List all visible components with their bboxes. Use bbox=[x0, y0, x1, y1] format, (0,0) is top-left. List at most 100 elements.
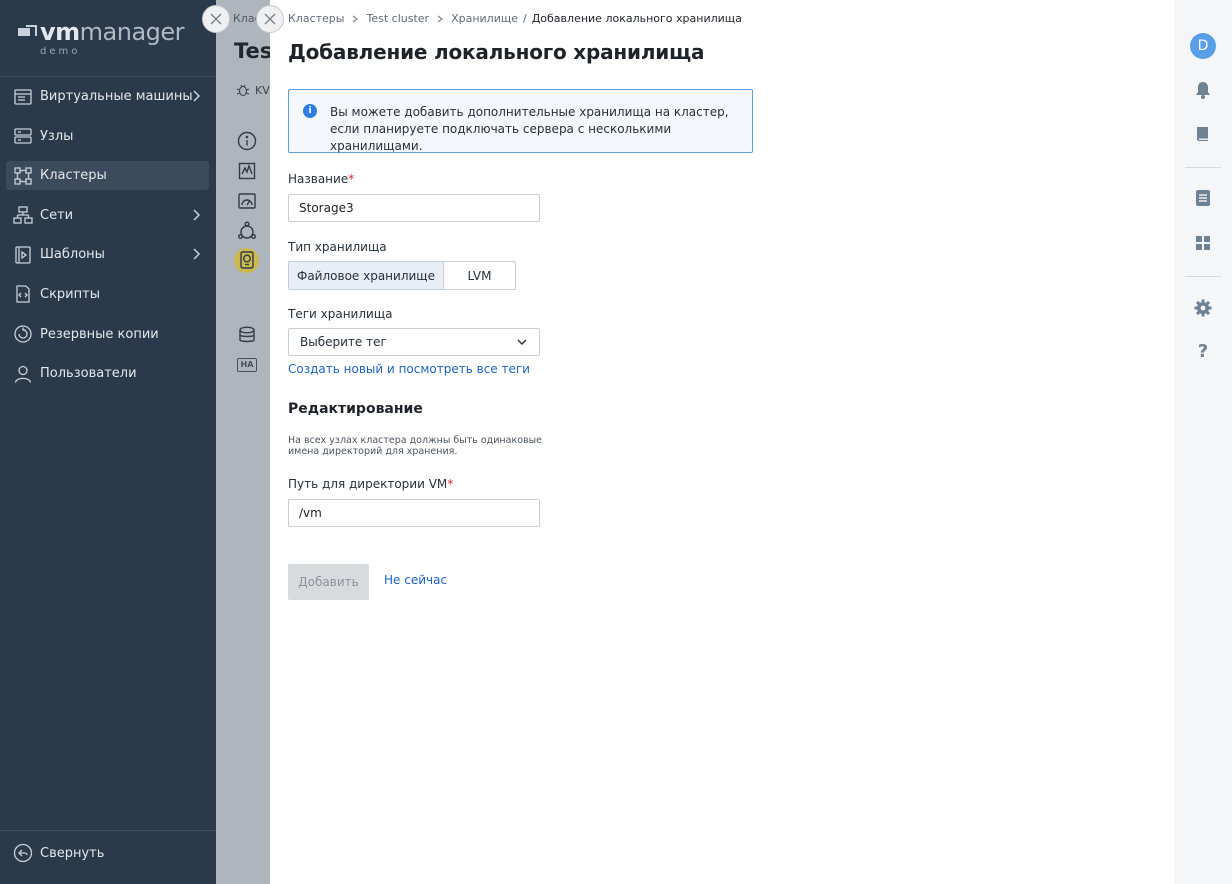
storage-name-input[interactable] bbox=[288, 194, 540, 222]
rail-divider bbox=[1185, 276, 1221, 277]
sidebar-item-nodes[interactable]: Узлы bbox=[6, 122, 209, 151]
required-mark: * bbox=[348, 172, 355, 186]
breadcrumb-storage-link[interactable]: Хранилище bbox=[451, 12, 518, 25]
vm-path-label: Путь для директории VM* bbox=[288, 477, 453, 491]
storage-tags-select[interactable]: Выберите тег bbox=[288, 328, 540, 356]
logo-subtitle: demo bbox=[40, 46, 81, 57]
add-button[interactable]: Добавить bbox=[288, 564, 369, 600]
storage-type-switch: Файловое хранилище LVM bbox=[288, 261, 516, 290]
breadcrumb: Кластеры Test cluster Хранилище / Добавл… bbox=[288, 12, 742, 25]
gear-icon[interactable] bbox=[1193, 298, 1213, 318]
hard-drive-icon bbox=[240, 251, 254, 269]
create-tags-link[interactable]: Создать новый и посмотреть все теги bbox=[288, 362, 530, 376]
name-label-text: Название bbox=[288, 172, 349, 186]
storage-type-file-option[interactable]: Файловое хранилище bbox=[288, 261, 444, 290]
networks-icon bbox=[13, 205, 33, 225]
breadcrumb-clusters-link[interactable]: Кластеры bbox=[288, 12, 344, 25]
logo-mark-icon bbox=[18, 25, 38, 39]
grid-icon[interactable] bbox=[1193, 233, 1213, 253]
background-kvm-text: KV bbox=[255, 83, 270, 97]
sidebar-item-clusters[interactable]: Кластеры bbox=[6, 161, 209, 191]
nodes-icon bbox=[13, 126, 33, 146]
directory-hint: На всех узлах кластера должны быть одина… bbox=[288, 435, 558, 457]
close-icon bbox=[210, 13, 222, 25]
section-title-editing: Редактирование bbox=[288, 401, 423, 417]
storage-type-lvm-option[interactable]: LVM bbox=[444, 261, 516, 290]
collapse-icon bbox=[13, 843, 33, 863]
close-icon bbox=[264, 13, 276, 25]
ha-icon: HA bbox=[237, 358, 257, 372]
sidebar-item-users[interactable]: Пользователи bbox=[6, 359, 209, 388]
rail-divider bbox=[1185, 167, 1221, 168]
sidebar-item-label: Скрипты bbox=[40, 286, 100, 302]
virtual-machines-icon bbox=[13, 87, 33, 107]
storage-type-label: Тип хранилища bbox=[288, 240, 387, 254]
vm-path-input[interactable] bbox=[288, 499, 540, 527]
info-icon: i bbox=[303, 104, 317, 118]
users-icon bbox=[13, 364, 33, 384]
collapse-label: Свернуть bbox=[40, 845, 105, 861]
book-icon[interactable] bbox=[1193, 124, 1213, 144]
right-rail: D ? bbox=[1174, 0, 1232, 884]
backups-icon bbox=[13, 324, 33, 344]
bell-icon[interactable] bbox=[1193, 80, 1213, 100]
sidebar-item-label: Узлы bbox=[40, 128, 74, 144]
chevron-right-icon bbox=[353, 15, 359, 22]
page-title: Добавление локального хранилища bbox=[288, 40, 705, 64]
logo-vm-text: vm bbox=[40, 18, 80, 46]
background-kvm-label: KV bbox=[236, 83, 270, 97]
storage-tags-placeholder: Выберите тег bbox=[300, 335, 387, 349]
database-icon bbox=[239, 326, 255, 343]
clusters-icon bbox=[13, 166, 33, 186]
logo[interactable]: vm manager demo bbox=[18, 18, 185, 57]
sidebar-item-label: Резервные копии bbox=[40, 326, 159, 342]
chevron-right-icon bbox=[193, 90, 201, 102]
close-previous-drawer-button[interactable] bbox=[202, 5, 230, 33]
breadcrumb-cluster-link[interactable]: Test cluster bbox=[366, 12, 429, 25]
sidebar: vm manager demo Виртуальные машины Узлы К… bbox=[0, 0, 216, 884]
not-now-link[interactable]: Не сейчас bbox=[384, 573, 447, 587]
sidebar-item-label: Шаблоны bbox=[40, 247, 105, 263]
info-text-line1: Вы можете добавить дополнительные хранил… bbox=[330, 105, 729, 119]
sidebar-item-backups[interactable]: Резервные копии bbox=[6, 320, 209, 349]
collapse-sidebar-button[interactable]: Свернуть bbox=[13, 843, 104, 863]
vm-path-label-text: Путь для директории VM bbox=[288, 477, 448, 491]
sidebar-item-label: Пользователи bbox=[40, 366, 137, 382]
sidebar-item-virtual-machines[interactable]: Виртуальные машины bbox=[6, 82, 209, 111]
close-drawer-button[interactable] bbox=[256, 5, 284, 33]
storage-tags-label: Теги хранилища bbox=[288, 307, 393, 321]
sidebar-divider bbox=[0, 830, 216, 831]
required-mark: * bbox=[447, 477, 454, 491]
chevron-right-icon bbox=[193, 209, 201, 221]
sidebar-item-networks[interactable]: Сети bbox=[6, 201, 209, 230]
help-icon[interactable]: ? bbox=[1193, 342, 1213, 362]
breadcrumb-separator: / bbox=[522, 12, 527, 25]
sidebar-divider bbox=[0, 76, 216, 77]
background-title: Tes bbox=[234, 39, 273, 63]
sidebar-item-label: Кластеры bbox=[40, 168, 107, 184]
sidebar-item-label: Виртуальные машины bbox=[40, 89, 193, 104]
templates-icon bbox=[13, 245, 33, 265]
info-circle-icon bbox=[237, 131, 257, 151]
info-text-line2: если планируете подключать сервера с нес… bbox=[330, 122, 672, 153]
sidebar-item-label: Сети bbox=[40, 207, 74, 223]
sidebar-item-templates[interactable]: Шаблоны bbox=[6, 240, 209, 269]
logo-manager-text: manager bbox=[79, 18, 185, 46]
document-list-icon[interactable] bbox=[1193, 188, 1213, 208]
add-storage-drawer: Кластеры Test cluster Хранилище / Добавл… bbox=[270, 0, 1174, 884]
avatar[interactable]: D bbox=[1190, 33, 1216, 59]
network-nodes-icon bbox=[238, 221, 256, 239]
breadcrumb-current: Добавление локального хранилища bbox=[531, 12, 742, 25]
scripts-icon bbox=[13, 284, 33, 304]
sidebar-nav: Виртуальные машины Узлы Кластеры Сети Ша… bbox=[6, 82, 209, 399]
hint-line2: имена директорий для хранения. bbox=[288, 445, 458, 457]
chevron-right-icon bbox=[193, 248, 201, 260]
sidebar-item-scripts[interactable]: Скрипты bbox=[6, 280, 209, 309]
bug-icon bbox=[236, 84, 250, 97]
info-banner: i Вы можете добавить дополнительные хран… bbox=[288, 89, 753, 153]
chip-icon bbox=[238, 162, 256, 180]
hint-line1: На всех узлах кластера должны быть одина… bbox=[288, 435, 542, 446]
chevron-right-icon bbox=[437, 15, 444, 22]
name-label: Название* bbox=[288, 172, 354, 186]
chevron-down-icon bbox=[517, 339, 527, 345]
